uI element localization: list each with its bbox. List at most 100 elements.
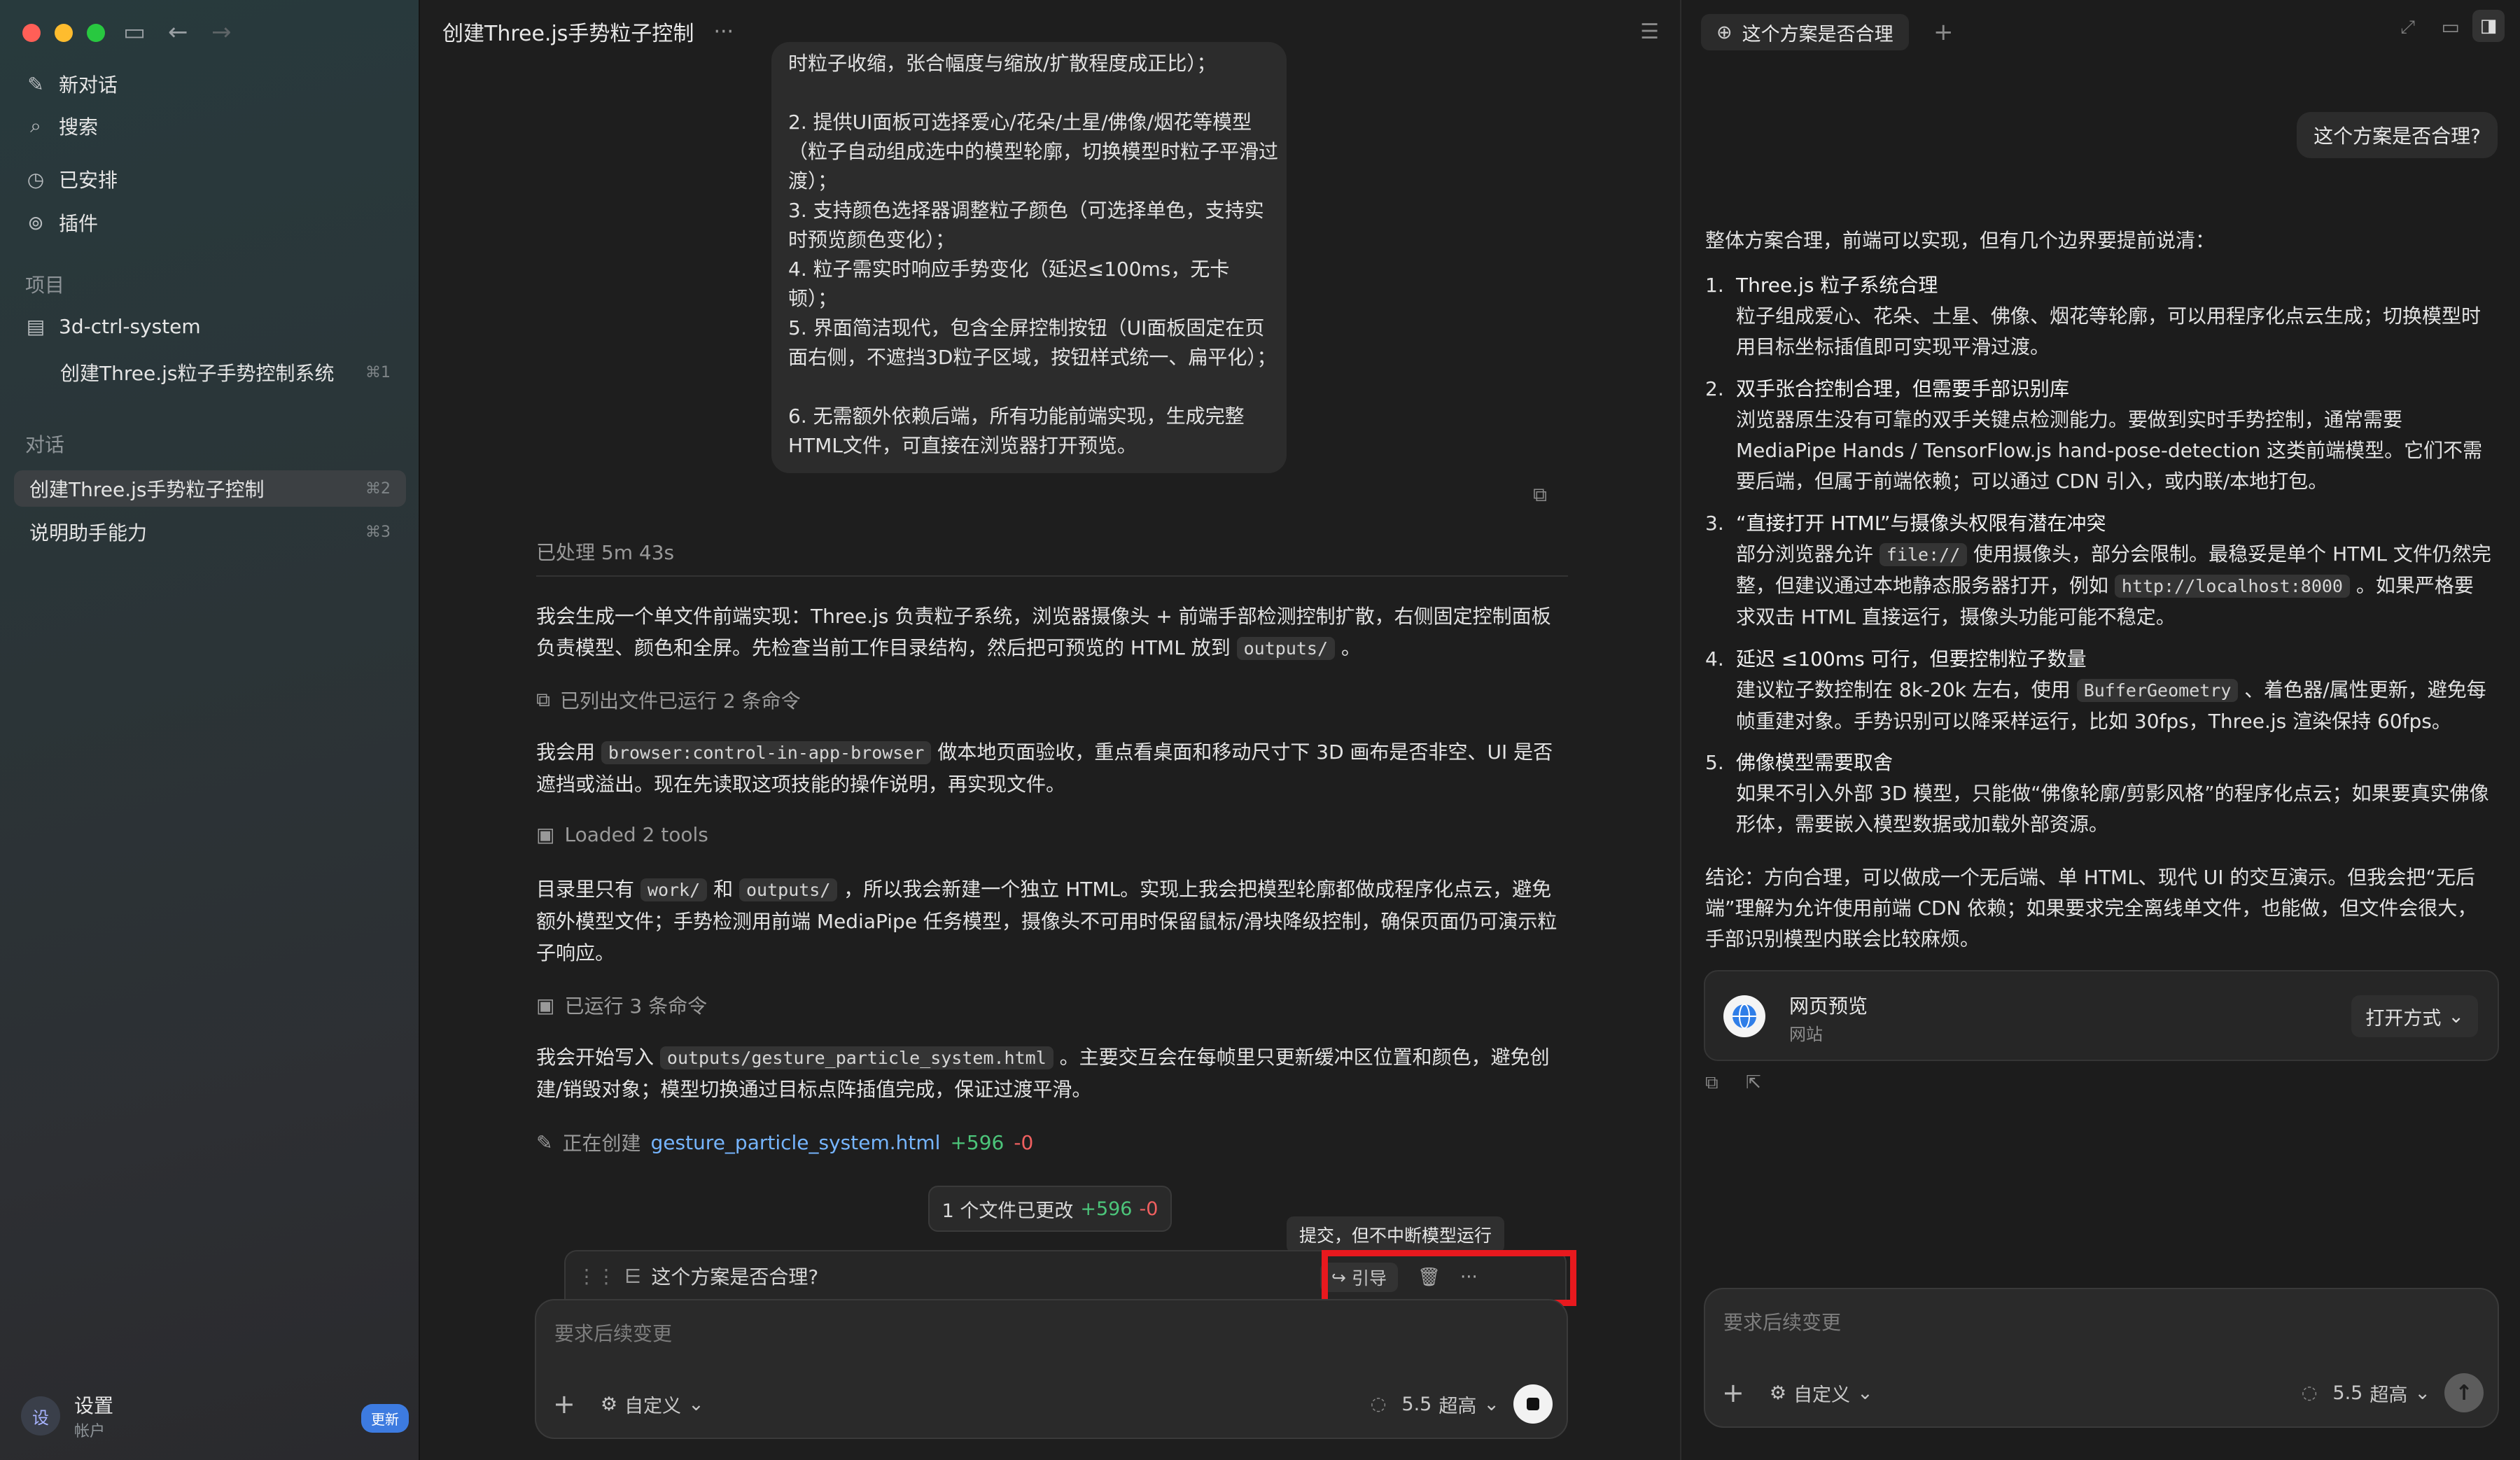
inline-code: outputs/gesture_particle_system.html bbox=[659, 1046, 1054, 1069]
panel-toggle-icon[interactable]: ◨ bbox=[2472, 10, 2505, 42]
list-item-title: 延迟 ≤100ms 可行，但要控制粒子数量 bbox=[1736, 647, 2087, 671]
files-changed-button[interactable]: 1 个文件已更改 +596 -0 bbox=[928, 1186, 1172, 1232]
file-link[interactable]: gesture_particle_system.html bbox=[650, 1131, 940, 1154]
model-dropdown[interactable]: 5.5 超高 ⌄ bbox=[2332, 1380, 2430, 1407]
inline-code: file:// bbox=[1879, 543, 1968, 566]
shortcut-badge: ⌘2 bbox=[365, 479, 391, 498]
scheduled-label: 已安排 bbox=[59, 169, 118, 192]
compose-icon: ✎ bbox=[27, 72, 44, 96]
assistant-paragraph-2: 我会用 browser:control-in-app-browser 做本地页面… bbox=[536, 736, 1568, 800]
forward-arrow-icon[interactable]: → bbox=[211, 17, 232, 48]
bubble-line: 5. 界面简洁现代，包含全屏控制按钮（UI面板固定在页面右侧，不遮挡3D粒子区域… bbox=[788, 316, 1277, 369]
inline-code: browser:control-in-app-browser bbox=[601, 741, 932, 764]
chevron-down-icon: ⌄ bbox=[688, 1393, 704, 1415]
panel-tab[interactable]: ⊕ 这个方案是否合理 bbox=[1701, 14, 1909, 50]
plugin-icon: ⊚ bbox=[27, 211, 44, 234]
text: 。 bbox=[1335, 636, 1361, 659]
processed-status[interactable]: 已处理 5m 43s bbox=[536, 538, 1568, 577]
tools-status[interactable]: ▣ Loaded 2 tools bbox=[536, 823, 708, 846]
custom-mode-dropdown[interactable]: ⚙ 自定义 ⌄ bbox=[601, 1391, 704, 1418]
processed-label: 已处理 5m 43s bbox=[536, 541, 675, 564]
chat-label: 创建Three.js手势粒子控制 bbox=[29, 478, 265, 501]
copy-icon[interactable]: ⧉ bbox=[1533, 483, 1547, 507]
panel-composer[interactable]: 要求后续变更 + ⚙ 自定义 ⌄ ◌ 5.5 超高 ⌄ ↑ bbox=[1704, 1288, 2499, 1428]
stop-button[interactable] bbox=[1513, 1384, 1553, 1424]
chat-item[interactable]: 说明助手能力 ⌘3 bbox=[14, 514, 406, 550]
added-lines: +596 bbox=[950, 1130, 1004, 1154]
list-number: 5. bbox=[1705, 751, 1724, 774]
model-label: 5.5 bbox=[2332, 1382, 2363, 1404]
zoom-window-button[interactable] bbox=[87, 24, 105, 42]
assistant-paragraph-1: 我会生成一个单文件前端实现：Three.js 负责粒子系统，浏览器摄像头 + 前… bbox=[536, 601, 1568, 664]
commands-status[interactable]: ⧉ 已列出文件已运行 2 条命令 bbox=[536, 686, 801, 714]
panel-tab-label: 这个方案是否合理 bbox=[1742, 23, 1893, 45]
plus-icon[interactable]: + bbox=[1722, 1377, 1744, 1408]
account-button[interactable]: 设 设置 帐户 更新 bbox=[21, 1391, 413, 1440]
project-item[interactable]: ▤ 3d-ctrl-system bbox=[25, 309, 201, 343]
panel-composer-input[interactable]: 要求后续变更 bbox=[1723, 1307, 1841, 1335]
page-title: 创建Three.js手势粒子控制 bbox=[442, 22, 694, 46]
avatar: 设 bbox=[21, 1396, 60, 1436]
account-label: 帐户 bbox=[74, 1423, 106, 1440]
list-item: 佛像模型需要取舍 如果不引入外部 3D 模型，只能做“佛像轮廓/剪影风格”的程序… bbox=[1736, 747, 2492, 840]
run-status[interactable]: ▣ 已运行 3 条命令 bbox=[536, 991, 707, 1019]
gear-icon: ⚙ bbox=[600, 1393, 618, 1415]
sidebar-toggle-icon[interactable]: ▭ bbox=[123, 17, 146, 48]
text: 和 bbox=[707, 878, 739, 901]
bubble-line: 6. 无需额外依赖后端，所有功能前端实现，生成完整HTML文件，可直接在浏览器打… bbox=[788, 405, 1245, 457]
share-icon[interactable]: ⇱ bbox=[1746, 1072, 1761, 1093]
text: 部分浏览器允许 bbox=[1736, 542, 1879, 566]
loading-spinner-icon: ◌ bbox=[1370, 1394, 1387, 1415]
steer-tooltip: 提交，但不中断模型运行 bbox=[1287, 1216, 1505, 1253]
main-conversation: 创建Three.js手势粒子控制 ··· ☰ 时粒子收缩，张合幅度与缩放/扩散程… bbox=[421, 0, 1679, 1460]
clock-icon: ◷ bbox=[27, 167, 45, 191]
window-icon[interactable]: ▭ bbox=[2442, 15, 2460, 38]
search-button[interactable]: ⌕ 搜索 bbox=[25, 109, 98, 143]
plugins-label: 插件 bbox=[59, 212, 99, 235]
copy-icon[interactable]: ⧉ bbox=[1705, 1072, 1718, 1094]
drag-handle-icon[interactable]: ⋮⋮ bbox=[577, 1265, 616, 1288]
close-window-button[interactable] bbox=[22, 24, 41, 42]
minimize-window-button[interactable] bbox=[55, 24, 73, 42]
outline-icon[interactable]: ☰ bbox=[1640, 20, 1659, 44]
plugins-button[interactable]: ⊚ 插件 bbox=[25, 206, 98, 239]
open-with-dropdown[interactable]: 打开方式 ⌄ bbox=[2351, 995, 2478, 1037]
new-tab-icon[interactable]: + bbox=[1933, 14, 1954, 50]
list-number: 4. bbox=[1705, 647, 1724, 671]
list-item-body: 部分浏览器允许 file:// 使用摄像头，部分会限制。最稳妥是单个 HTML … bbox=[1736, 539, 2492, 633]
list-number: 2. bbox=[1705, 377, 1724, 400]
update-badge[interactable]: 更新 bbox=[361, 1404, 409, 1433]
run-label: 已运行 3 条命令 bbox=[564, 995, 708, 1018]
sidebar: ▭ ← → ✎ 新对话 ⌕ 搜索 ◷ 已安排 ⊚ 插件 项目 ▤ 3d-ctrl… bbox=[0, 0, 420, 1460]
chat-item-active[interactable]: 创建Three.js手势粒子控制 ⌘2 bbox=[14, 470, 406, 507]
inline-code: work/ bbox=[640, 878, 708, 901]
chats-heading: 对话 bbox=[25, 433, 65, 456]
composer[interactable]: 要求后续变更 + ⚙ 自定义 ⌄ ◌ 5.5 超高 ⌄ bbox=[535, 1299, 1568, 1439]
creating-status: ✎ 正在创建 gesture_particle_system.html +596… bbox=[536, 1128, 1033, 1156]
arrow-up-icon: ↑ bbox=[2455, 1380, 2473, 1405]
files-changed-label: 1 个文件已更改 bbox=[941, 1200, 1074, 1222]
send-button[interactable]: ↑ bbox=[2444, 1373, 2484, 1412]
custom-mode-dropdown[interactable]: ⚙ 自定义 ⌄ bbox=[1770, 1380, 1873, 1407]
preview-subtitle: 网站 bbox=[1789, 1025, 1823, 1044]
effort-label: 超高 bbox=[2370, 1384, 2408, 1406]
reply-intro: 整体方案合理，前端可以实现，但有几个边界要提前说清： bbox=[1705, 229, 2216, 252]
list-item-body: 浏览器原生没有可靠的双手关键点检测能力。要做到实时手势控制，通常需要 Media… bbox=[1736, 408, 2483, 493]
plus-icon[interactable]: + bbox=[553, 1389, 575, 1419]
new-chat-button[interactable]: ✎ 新对话 bbox=[25, 67, 118, 101]
web-preview-card[interactable]: 网页预览 网站 打开方式 ⌄ bbox=[1704, 970, 2499, 1061]
copy-icon: ⧉ bbox=[536, 688, 550, 711]
chevron-down-icon: ⌄ bbox=[1483, 1393, 1499, 1415]
custom-label: 自定义 bbox=[624, 1395, 682, 1417]
expand-icon[interactable]: ⤢ bbox=[2400, 17, 2415, 38]
scheduled-button[interactable]: ◷ 已安排 bbox=[25, 162, 118, 196]
model-dropdown[interactable]: 5.5 超高 ⌄ bbox=[1401, 1391, 1499, 1418]
composer-input[interactable]: 要求后续变更 bbox=[554, 1319, 672, 1347]
list-item: 延迟 ≤100ms 可行，但要控制粒子数量 建议粒子数控制在 8k-20k 左右… bbox=[1736, 644, 2492, 737]
list-item-body: 如果不引入外部 3D 模型，只能做“佛像轮廓/剪影风格”的程序化点云；如果要真实… bbox=[1736, 782, 2489, 836]
list-number: 3. bbox=[1705, 512, 1724, 535]
more-icon[interactable]: ··· bbox=[713, 20, 734, 44]
back-arrow-icon[interactable]: ← bbox=[168, 17, 188, 48]
project-chat-item[interactable]: 创建Three.js粒子手势控制系统 ⌘1 bbox=[45, 354, 406, 391]
settings-label: 设置 bbox=[74, 1394, 114, 1417]
